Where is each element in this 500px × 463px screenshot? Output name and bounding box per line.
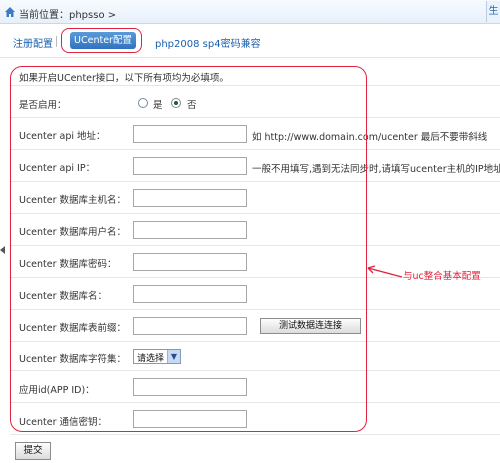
db-user-label: Ucenter 数据库用户名：: [19, 227, 127, 238]
api-ip-note: 一般不用填写,遇到无法同步时,请填写ucenter主机的IP地址: [252, 164, 500, 175]
db-name-label: Ucenter 数据库名：: [19, 291, 108, 302]
comm-key-input[interactable]: [133, 410, 247, 428]
db-name-row: Ucenter 数据库名：: [10, 278, 500, 310]
db-host-label: Ucenter 数据库主机名：: [19, 195, 127, 206]
db-user-input[interactable]: [133, 221, 247, 239]
db-charset-select[interactable]: 请选择 ▼: [133, 349, 181, 364]
db-prefix-input[interactable]: [133, 317, 247, 335]
api-ip-row: Ucenter api IP： 一般不用填写,遇到无法同步时,请填写ucente…: [10, 150, 500, 182]
enable-label: 是否启用：: [19, 100, 67, 111]
top-bar: 当前位置：phpsso > 生: [0, 0, 500, 24]
collapse-handle-icon[interactable]: [0, 246, 5, 254]
db-host-input[interactable]: [133, 189, 247, 207]
api-url-row: Ucenter api 地址： 如 http://www.domain.com/…: [10, 118, 500, 150]
app-id-label: 应用id(APP ID)：: [19, 385, 95, 396]
enable-yes-radio[interactable]: [138, 98, 148, 108]
form-intro-row: 如果开启UCenter接口，以下所有项均为必填项。: [10, 64, 500, 86]
tab-divider: [56, 36, 57, 47]
test-connection-button[interactable]: 测试数据连连接: [260, 318, 361, 334]
db-password-label: Ucenter 数据库密码：: [19, 259, 117, 270]
enable-no-label: 否: [187, 100, 197, 111]
enable-row: 是否启用： 是 否: [10, 86, 500, 118]
home-icon: [5, 7, 15, 17]
db-charset-label: Ucenter 数据库字符集：: [19, 354, 127, 365]
enable-no-radio[interactable]: [171, 98, 181, 108]
api-ip-input[interactable]: [133, 157, 247, 175]
db-prefix-label: Ucenter 数据库表前缀：: [19, 323, 127, 334]
app-id-input[interactable]: [133, 378, 247, 396]
annotation-text: 与uc整合基本配置: [403, 271, 481, 282]
breadcrumb: 当前位置：phpsso >: [19, 10, 117, 21]
app-id-row: 应用id(APP ID)：: [10, 371, 500, 403]
api-url-input[interactable]: [133, 125, 247, 143]
db-charset-row: Ucenter 数据库字符集： 请选择 ▼: [10, 342, 500, 371]
db-password-input[interactable]: [133, 253, 247, 271]
tab-register-config[interactable]: 注册配置: [13, 35, 53, 50]
api-ip-label: Ucenter api IP：: [19, 163, 96, 174]
api-url-note: 如 http://www.domain.com/ucenter 最后不要带斜线: [252, 132, 488, 143]
enable-yes-label: 是: [153, 100, 163, 111]
form-intro: 如果开启UCenter接口，以下所有项均为必填项。: [19, 73, 229, 84]
tab-ucenter-config[interactable]: UCenter配置: [70, 32, 136, 49]
comm-key-label: Ucenter 通信密钥：: [19, 417, 108, 428]
tab-bar: 注册配置 UCenter配置 php2008 sp4密码兼容: [0, 24, 500, 58]
db-user-row: Ucenter 数据库用户名：: [10, 214, 500, 246]
db-charset-value: 请选择: [137, 354, 165, 364]
api-url-label: Ucenter api 地址：: [19, 131, 106, 142]
ucenter-form: 如果开启UCenter接口，以下所有项均为必填项。 是否启用： 是 否 Ucen…: [10, 64, 500, 436]
annotation-arrow-icon: [367, 265, 403, 278]
submit-button[interactable]: 提交: [15, 442, 51, 460]
db-name-input[interactable]: [133, 285, 247, 303]
comm-key-row: Ucenter 通信密钥：: [10, 403, 500, 435]
tab-php2008-compat[interactable]: php2008 sp4密码兼容: [155, 35, 261, 50]
db-prefix-row: Ucenter 数据库表前缀： 测试数据连连接: [10, 310, 500, 342]
corner-button[interactable]: 生: [486, 1, 500, 22]
db-host-row: Ucenter 数据库主机名：: [10, 182, 500, 214]
chevron-down-icon[interactable]: ▼: [167, 350, 180, 363]
